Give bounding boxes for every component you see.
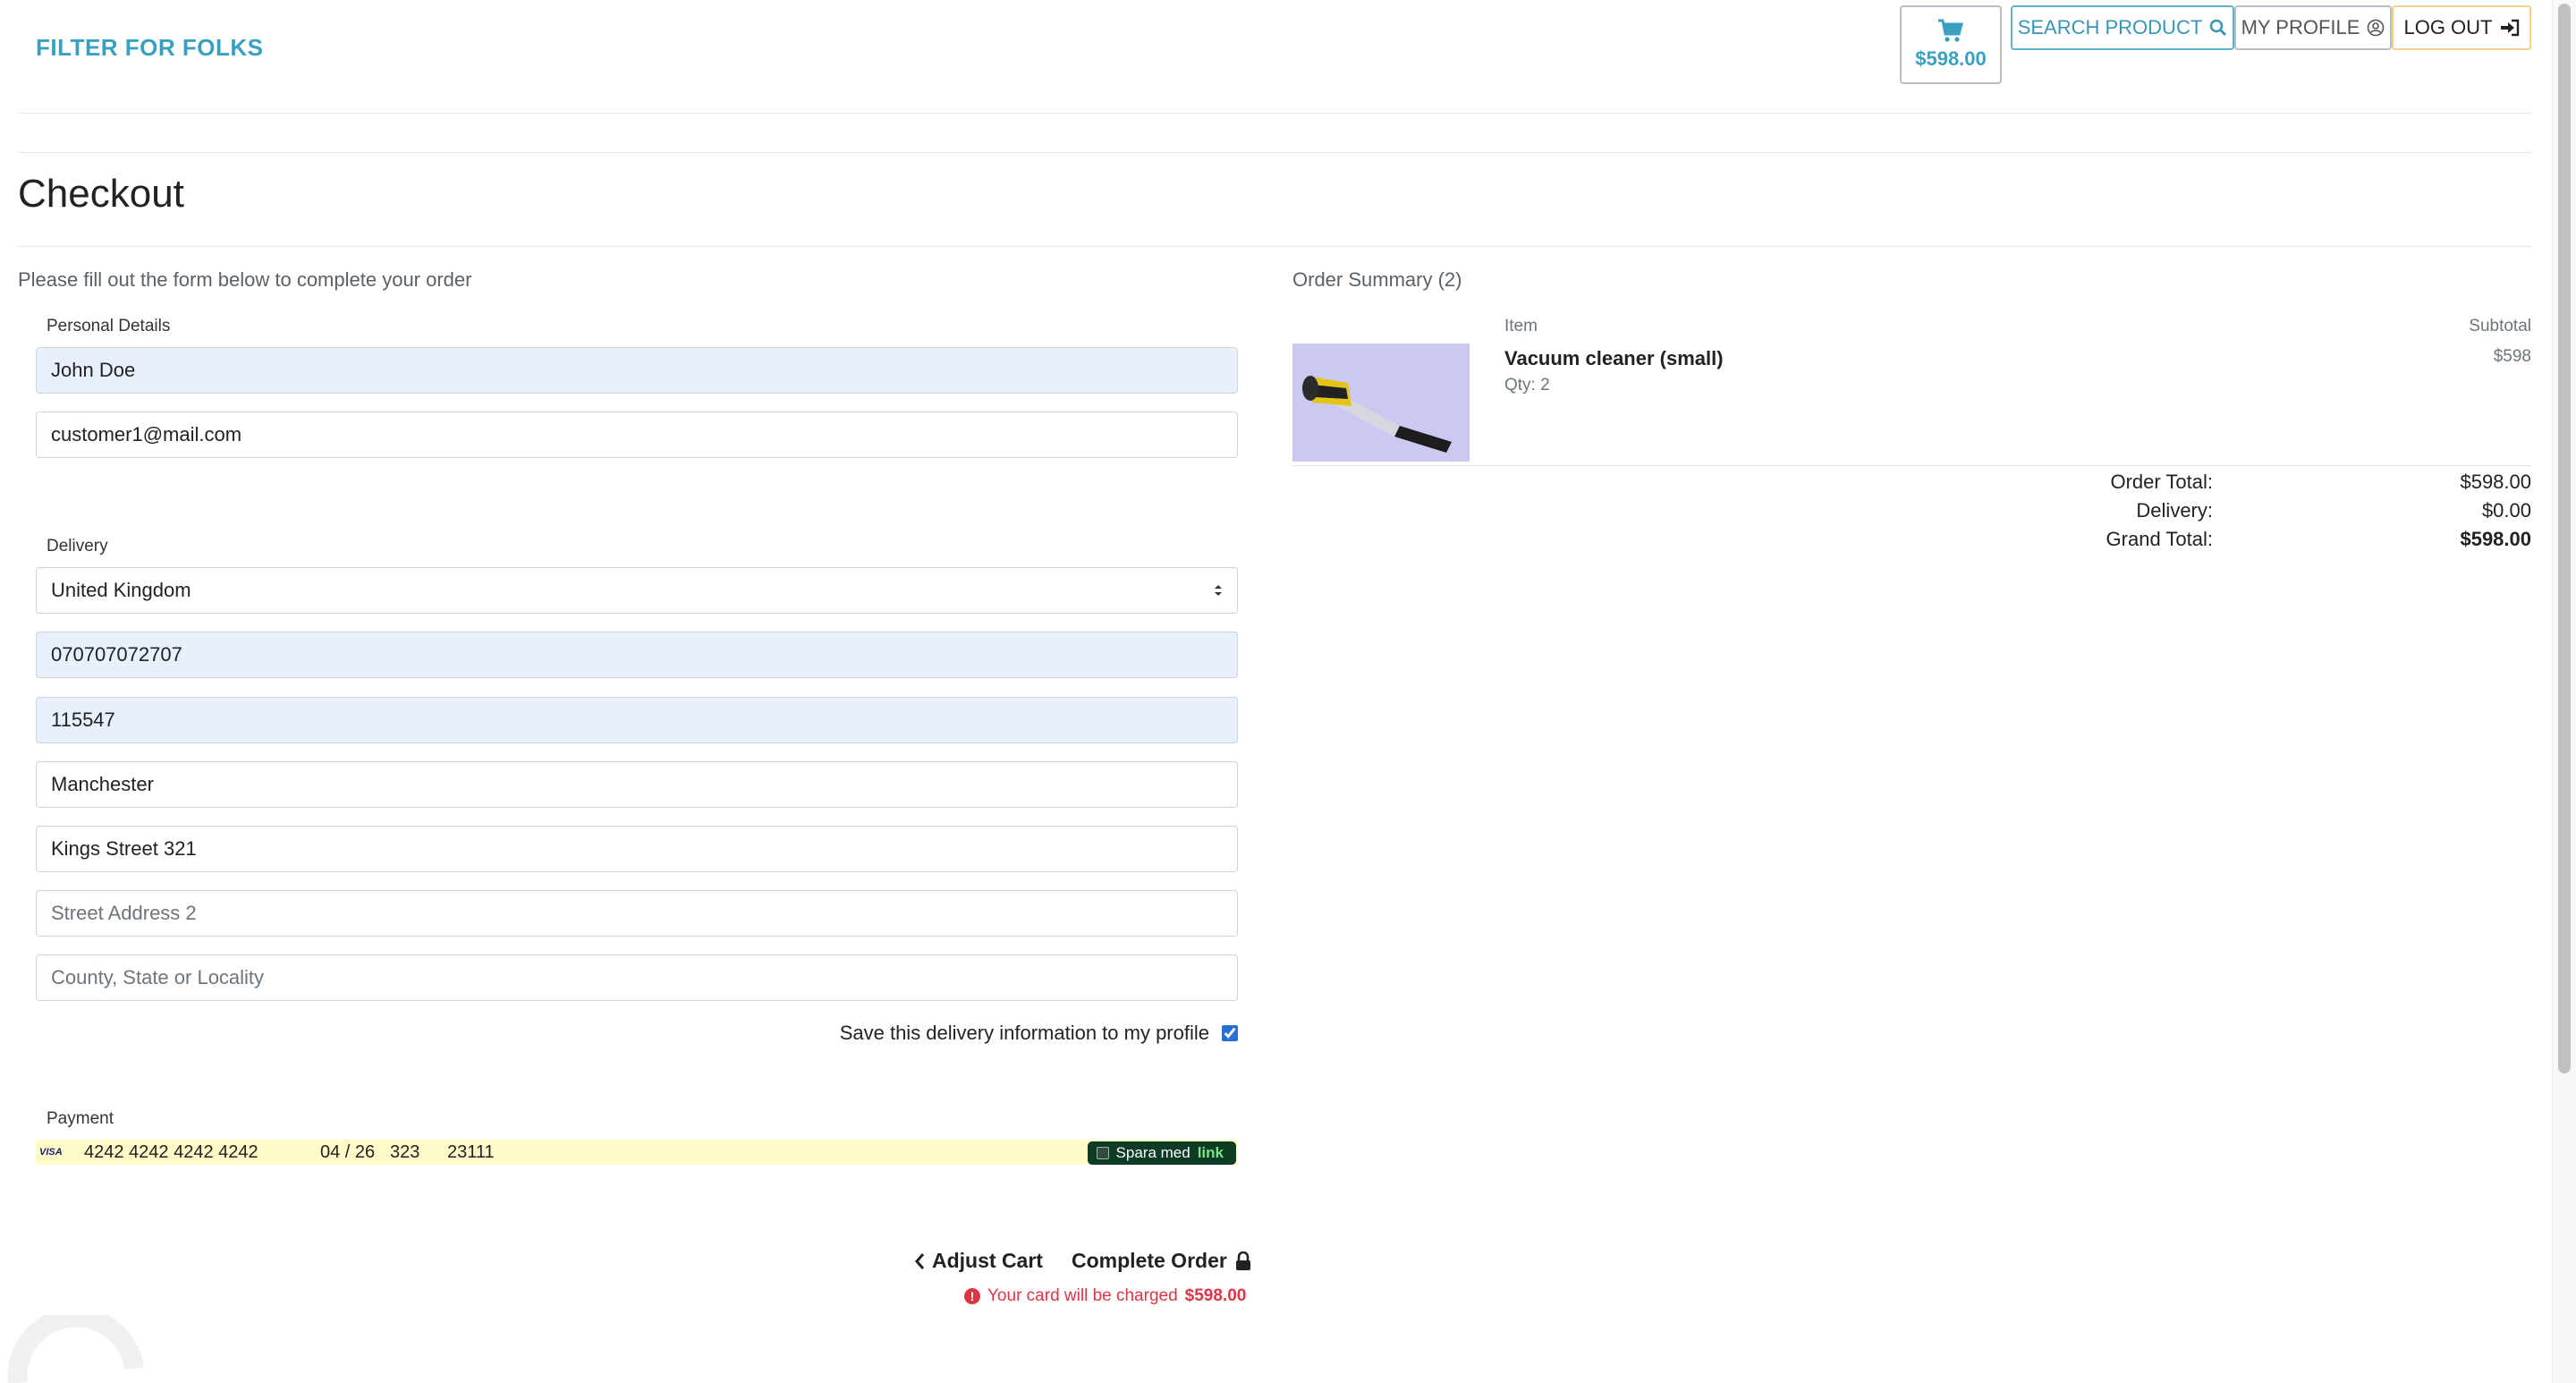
charge-notice: ! Your card will be charged $598.00 xyxy=(964,1286,1246,1306)
item-column-header: Item xyxy=(1504,317,1538,335)
user-circle-icon xyxy=(2368,19,2385,37)
visa-card-icon: VISA xyxy=(39,1147,63,1158)
header-divider xyxy=(18,113,2531,114)
search-product-label: SEARCH PRODUCT xyxy=(2017,16,2203,38)
order-total-label: Order Total: xyxy=(2110,471,2213,493)
street-address-2-input[interactable] xyxy=(36,890,1238,937)
item-name: Vacuum cleaner (small) xyxy=(1504,347,1724,369)
delivery-label: Delivery xyxy=(47,537,108,556)
town-input[interactable] xyxy=(36,761,1238,808)
brand-logo[interactable]: FILTER FOR FOLKS xyxy=(36,34,264,62)
order-total-value: $598.00 xyxy=(2460,471,2531,493)
shopping-cart-icon xyxy=(1938,19,1963,42)
country-select[interactable]: United Kingdom xyxy=(36,567,1238,614)
item-subtotal: $598 xyxy=(2493,347,2531,366)
chevron-left-icon xyxy=(915,1252,925,1269)
my-profile-button[interactable]: MY PROFILE xyxy=(2234,5,2392,50)
phone-input[interactable] xyxy=(36,632,1238,678)
charge-amount: $598.00 xyxy=(1184,1286,1247,1305)
my-profile-label: MY PROFILE xyxy=(2241,16,2360,38)
sign-out-icon xyxy=(2500,19,2519,37)
background-logo-mark xyxy=(7,1315,144,1383)
grand-total-value: $598.00 xyxy=(2460,528,2531,550)
save-with-link-label: Spara med xyxy=(1115,1144,1191,1161)
street-address-1-input[interactable] xyxy=(36,826,1238,872)
full-name-input[interactable] xyxy=(36,347,1238,394)
link-checkbox-icon xyxy=(1096,1147,1109,1159)
card-element[interactable]: VISA 4242 4242 4242 4242 04 / 26 323 231… xyxy=(36,1140,1238,1165)
cart-total: $598.00 xyxy=(1915,47,1987,70)
search-product-button[interactable]: SEARCH PRODUCT xyxy=(2011,5,2234,50)
title-divider-bottom xyxy=(18,246,2531,247)
select-arrows-icon xyxy=(1215,585,1222,596)
page-scrollbar[interactable] xyxy=(2552,0,2576,1383)
save-with-link-button[interactable]: Spara med link xyxy=(1087,1141,1236,1165)
complete-order-button[interactable]: Complete Order xyxy=(1072,1249,1252,1273)
county-input[interactable] xyxy=(36,955,1238,1001)
summary-divider xyxy=(1292,465,2531,466)
form-instructions: Please fill out the form below to comple… xyxy=(18,268,472,291)
lock-icon xyxy=(1235,1251,1250,1270)
item-quantity: Qty: 2 xyxy=(1504,376,1550,395)
personal-details-label: Personal Details xyxy=(47,317,171,335)
save-delivery-label: Save this delivery information to my pro… xyxy=(839,1022,1209,1044)
exclamation-circle-icon: ! xyxy=(964,1288,980,1304)
adjust-cart-label: Adjust Cart xyxy=(932,1249,1043,1272)
complete-order-label: Complete Order xyxy=(1072,1249,1227,1272)
search-icon xyxy=(2210,19,2227,37)
save-delivery-checkbox[interactable] xyxy=(1222,1025,1238,1041)
product-thumbnail[interactable] xyxy=(1292,344,1470,462)
charge-text: Your card will be charged xyxy=(987,1286,1178,1305)
save-delivery-row: Save this delivery information to my pro… xyxy=(840,1022,1238,1045)
card-zip-field[interactable]: 23111 xyxy=(447,1142,495,1163)
log-out-label: LOG OUT xyxy=(2403,16,2493,38)
payment-label: Payment xyxy=(47,1109,114,1128)
scrollbar-thumb[interactable] xyxy=(2558,4,2571,1073)
cart-button[interactable]: $598.00 xyxy=(1900,5,2002,84)
vacuum-cleaner-image xyxy=(1292,344,1470,462)
delivery-cost-value: $0.00 xyxy=(2481,499,2531,522)
order-summary-title: Order Summary (2) xyxy=(1292,268,1462,291)
title-divider-top xyxy=(18,152,2531,153)
country-value: United Kingdom xyxy=(51,579,191,601)
card-number-field[interactable]: 4242 4242 4242 4242 xyxy=(84,1142,320,1163)
link-brand-label: link xyxy=(1197,1144,1224,1161)
card-expiry-field[interactable]: 04 / 26 xyxy=(320,1142,390,1163)
card-cvc-field[interactable]: 323 xyxy=(390,1142,447,1163)
grand-total-label: Grand Total: xyxy=(2106,528,2213,550)
email-input[interactable] xyxy=(36,412,1238,458)
postcode-input[interactable] xyxy=(36,697,1238,743)
subtotal-column-header: Subtotal xyxy=(2469,317,2531,335)
delivery-cost-label: Delivery: xyxy=(2136,499,2213,522)
log-out-button[interactable]: LOG OUT xyxy=(2392,5,2531,50)
adjust-cart-button[interactable]: Adjust Cart xyxy=(914,1249,1043,1273)
page-title: Checkout xyxy=(18,172,184,216)
